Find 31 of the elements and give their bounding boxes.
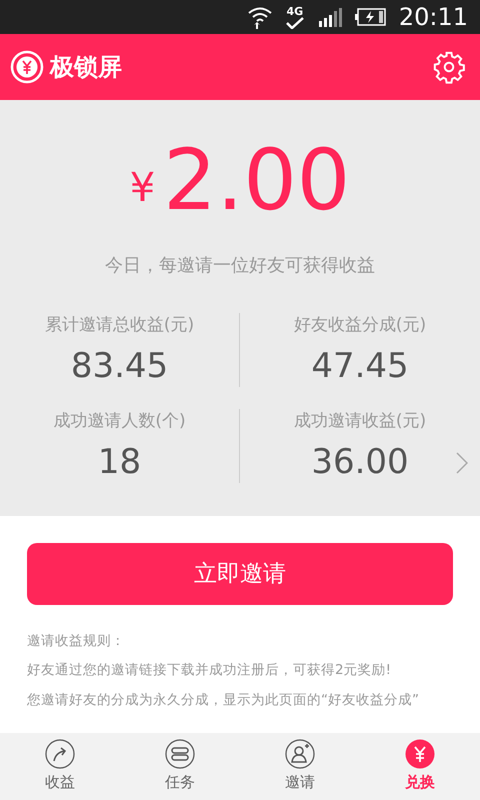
stat-label: 累计邀请总收益(元) [44,314,194,337]
rule-text: 邀请收益规则： [27,632,126,651]
nav-tab[interactable]: 任务 [120,733,240,800]
invite-button[interactable]: 立即邀请 [27,543,453,605]
wifi-icon [246,5,273,29]
rule-text: 好友通过您的邀请链接下载并成功注册后，可获得2元奖励! [27,661,392,680]
yen-logo-icon [10,50,44,84]
battery-icon [354,8,387,26]
stat-value: 83.45 [70,344,168,387]
signal-icon [316,7,343,27]
person-add-icon [285,739,315,770]
stat-value: 47.45 [311,344,409,387]
clock: 20:11 [398,2,468,33]
chevron-right-icon[interactable] [456,452,468,474]
rule-text: 您邀请好友的分成为永久分成，显示为此页面的“好友收益分成” [27,690,420,710]
stat-label: 成功邀请人数(个) [53,410,186,433]
stat-label: 好友收益分成(元) [294,314,426,337]
currency-symbol: ¥ [130,168,156,208]
reward-caption: 今日，每邀请一位好友可获得收益 [105,254,375,278]
stat-value: 18 [98,440,142,483]
nav-tab[interactable]: 邀请 [240,733,360,800]
toggle-icon [165,739,195,770]
stat-label: 成功邀请收益(元) [294,410,426,433]
network-label: 4G [286,6,304,16]
check-icon [284,16,305,28]
app-title: 极锁屏 [50,52,122,83]
yen-icon [405,739,435,770]
nav-tab[interactable]: 兑换 [360,733,480,800]
stat-value: 36.00 [311,440,409,483]
nav-tab[interactable]: 收益 [0,733,120,800]
reward-amount: 2.00 [163,138,350,222]
